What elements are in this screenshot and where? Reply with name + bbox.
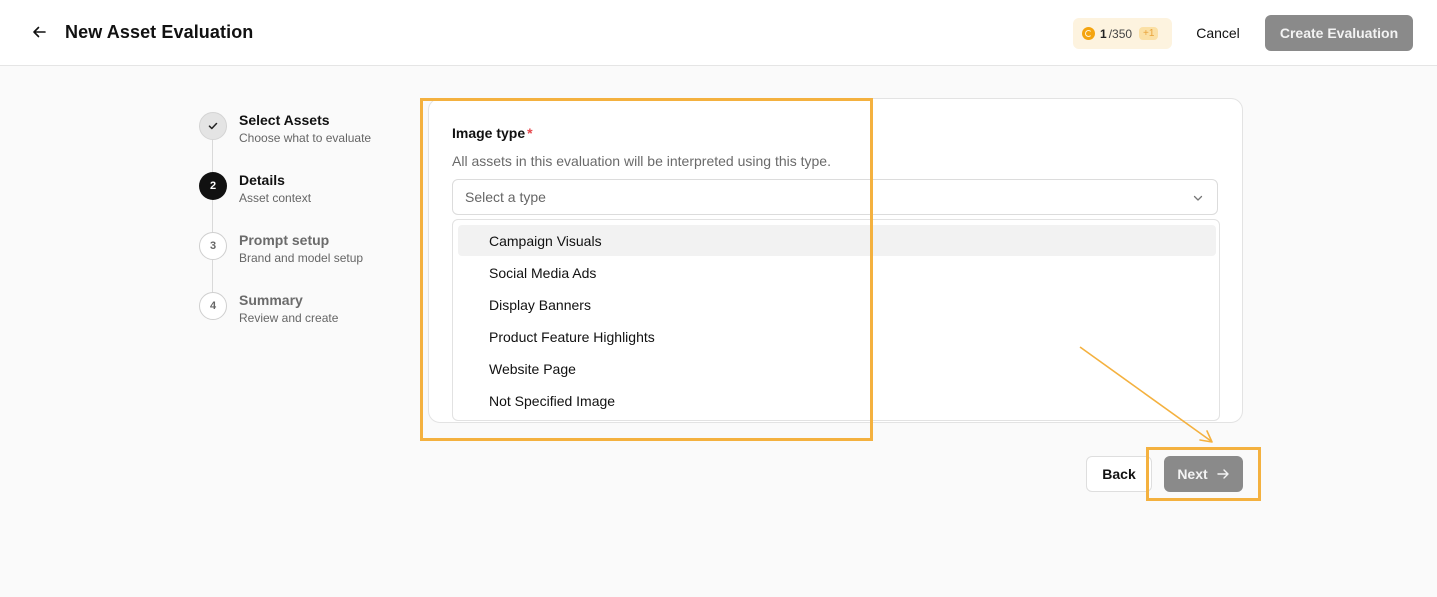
coin-icon <box>1082 27 1095 40</box>
step-number: 4 <box>199 292 227 320</box>
credits-badge: +1 <box>1139 27 1159 40</box>
step-select-assets[interactable]: Select Assets Choose what to evaluate <box>199 112 399 156</box>
back-button[interactable]: Back <box>1086 456 1152 492</box>
credits-counter: 1 /350 +1 <box>1073 18 1172 49</box>
image-type-label-text: Image type <box>452 125 526 141</box>
step-prompt-setup[interactable]: 3 Prompt setup Brand and model setup <box>199 232 399 276</box>
cancel-button[interactable]: Cancel <box>1186 17 1250 49</box>
chevron-down-icon <box>1193 195 1203 201</box>
option-social-media-ads[interactable]: Social Media Ads <box>458 257 1216 288</box>
check-icon <box>199 112 227 140</box>
image-type-dropdown: Campaign Visuals Social Media Ads Displa… <box>452 219 1220 421</box>
step-subtitle: Asset context <box>239 191 312 205</box>
step-summary[interactable]: 4 Summary Review and create <box>199 292 399 336</box>
step-subtitle: Review and create <box>239 311 339 325</box>
option-not-specified-image[interactable]: Not Specified Image <box>458 385 1216 416</box>
image-type-select[interactable]: Select a type <box>452 179 1218 215</box>
option-product-feature-highlights[interactable]: Product Feature Highlights <box>458 321 1216 352</box>
option-campaign-visuals[interactable]: Campaign Visuals <box>458 225 1216 256</box>
step-number: 2 <box>199 172 227 200</box>
create-evaluation-button[interactable]: Create Evaluation <box>1265 15 1413 51</box>
top-bar: New Asset Evaluation 1 /350 +1 Cancel Cr… <box>0 0 1437 66</box>
credits-used: 1 <box>1100 26 1107 41</box>
required-mark: * <box>527 125 533 141</box>
step-subtitle: Brand and model setup <box>239 251 364 265</box>
credits-total: /350 <box>1108 26 1133 41</box>
back-arrow-icon[interactable] <box>29 22 49 42</box>
page-title: New Asset Evaluation <box>65 22 254 42</box>
step-title: Summary <box>239 292 303 308</box>
option-website-page[interactable]: Website Page <box>458 353 1216 384</box>
step-number: 3 <box>199 232 227 260</box>
step-subtitle: Choose what to evaluate <box>239 131 372 145</box>
next-button-label: Next <box>1177 466 1208 482</box>
next-button[interactable]: Next <box>1164 456 1243 492</box>
option-display-banners[interactable]: Display Banners <box>458 289 1216 320</box>
step-details[interactable]: 2 Details Asset context <box>199 172 399 216</box>
arrow-right-icon <box>1216 469 1229 479</box>
step-title: Details <box>239 172 285 188</box>
select-placeholder: Select a type <box>465 189 546 205</box>
step-title: Select Assets <box>239 112 330 128</box>
step-title: Prompt setup <box>239 232 330 248</box>
image-type-help: All assets in this evaluation will be in… <box>452 153 831 169</box>
image-type-label: Image type * <box>452 125 533 141</box>
